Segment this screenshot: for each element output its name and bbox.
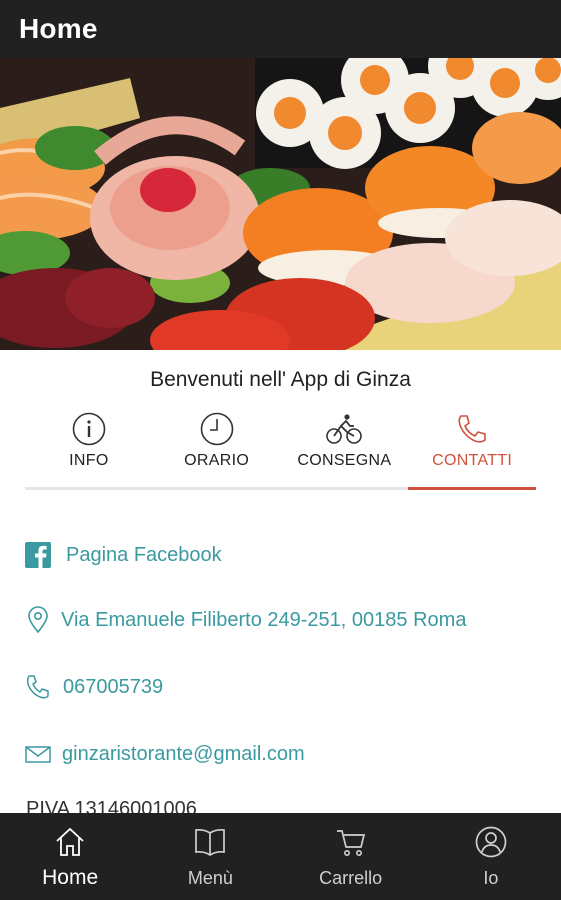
phone-icon <box>458 415 486 443</box>
nav-cart[interactable]: Carrello <box>281 813 421 900</box>
nav-cart-label: Carrello <box>319 868 383 888</box>
tab-consegna[interactable]: CONSEGNA <box>281 408 409 492</box>
address-link[interactable]: Via Emanuele Filiberto 249-251, 00185 Ro… <box>24 600 466 640</box>
sushi-image <box>0 58 561 350</box>
address-label: Via Emanuele Filiberto 249-251, 00185 Ro… <box>61 608 467 631</box>
cart-icon <box>336 830 365 856</box>
facebook-link[interactable]: Pagina Facebook <box>24 535 222 575</box>
phone-label: 067005739 <box>63 675 164 698</box>
info-icon <box>72 412 106 446</box>
page-title: Home <box>19 13 98 44</box>
phone-icon <box>26 675 49 699</box>
tab-info-label: INFO <box>69 452 109 469</box>
nav-menu[interactable]: Menù <box>140 813 280 900</box>
nav-home[interactable]: Home <box>0 813 140 900</box>
nav-home-label: Home <box>42 866 99 889</box>
active-tab-indicator <box>408 487 536 490</box>
nav-menu-label: Menù <box>187 868 233 888</box>
phone-link[interactable]: 067005739 <box>24 667 163 707</box>
email-label: ginzaristorante@gmail.com <box>62 742 305 765</box>
bottom-nav: Home Menù Carrello Io <box>0 813 561 900</box>
tab-info[interactable]: INFO <box>25 408 153 492</box>
tab-orario[interactable]: ORARIO <box>153 408 281 492</box>
mail-icon <box>25 746 51 763</box>
tab-consegna-label: CONSEGNA <box>297 452 392 469</box>
nav-profile[interactable]: Io <box>421 813 561 900</box>
bicycle-icon <box>326 414 363 444</box>
tab-contatti[interactable]: CONTATTI <box>408 408 536 492</box>
book-icon <box>195 828 226 857</box>
email-link[interactable]: ginzaristorante@gmail.com <box>24 734 305 774</box>
facebook-icon <box>25 542 51 568</box>
facebook-label: Pagina Facebook <box>66 543 222 566</box>
tab-contatti-label: CONTATTI <box>432 452 513 469</box>
app-bar: Home <box>0 0 561 58</box>
tab-orario-label: ORARIO <box>184 452 250 469</box>
nav-profile-label: Io <box>483 868 499 888</box>
user-icon <box>475 826 507 858</box>
welcome-text: Benvenuti nell' App di Ginza <box>150 368 411 391</box>
home-icon <box>56 827 84 856</box>
location-pin-icon <box>28 606 48 634</box>
info-tabs: INFO ORARIO CONSEGNA CONTATTI <box>25 408 536 492</box>
hero-carousel[interactable] <box>0 58 561 350</box>
clock-icon <box>200 412 233 446</box>
